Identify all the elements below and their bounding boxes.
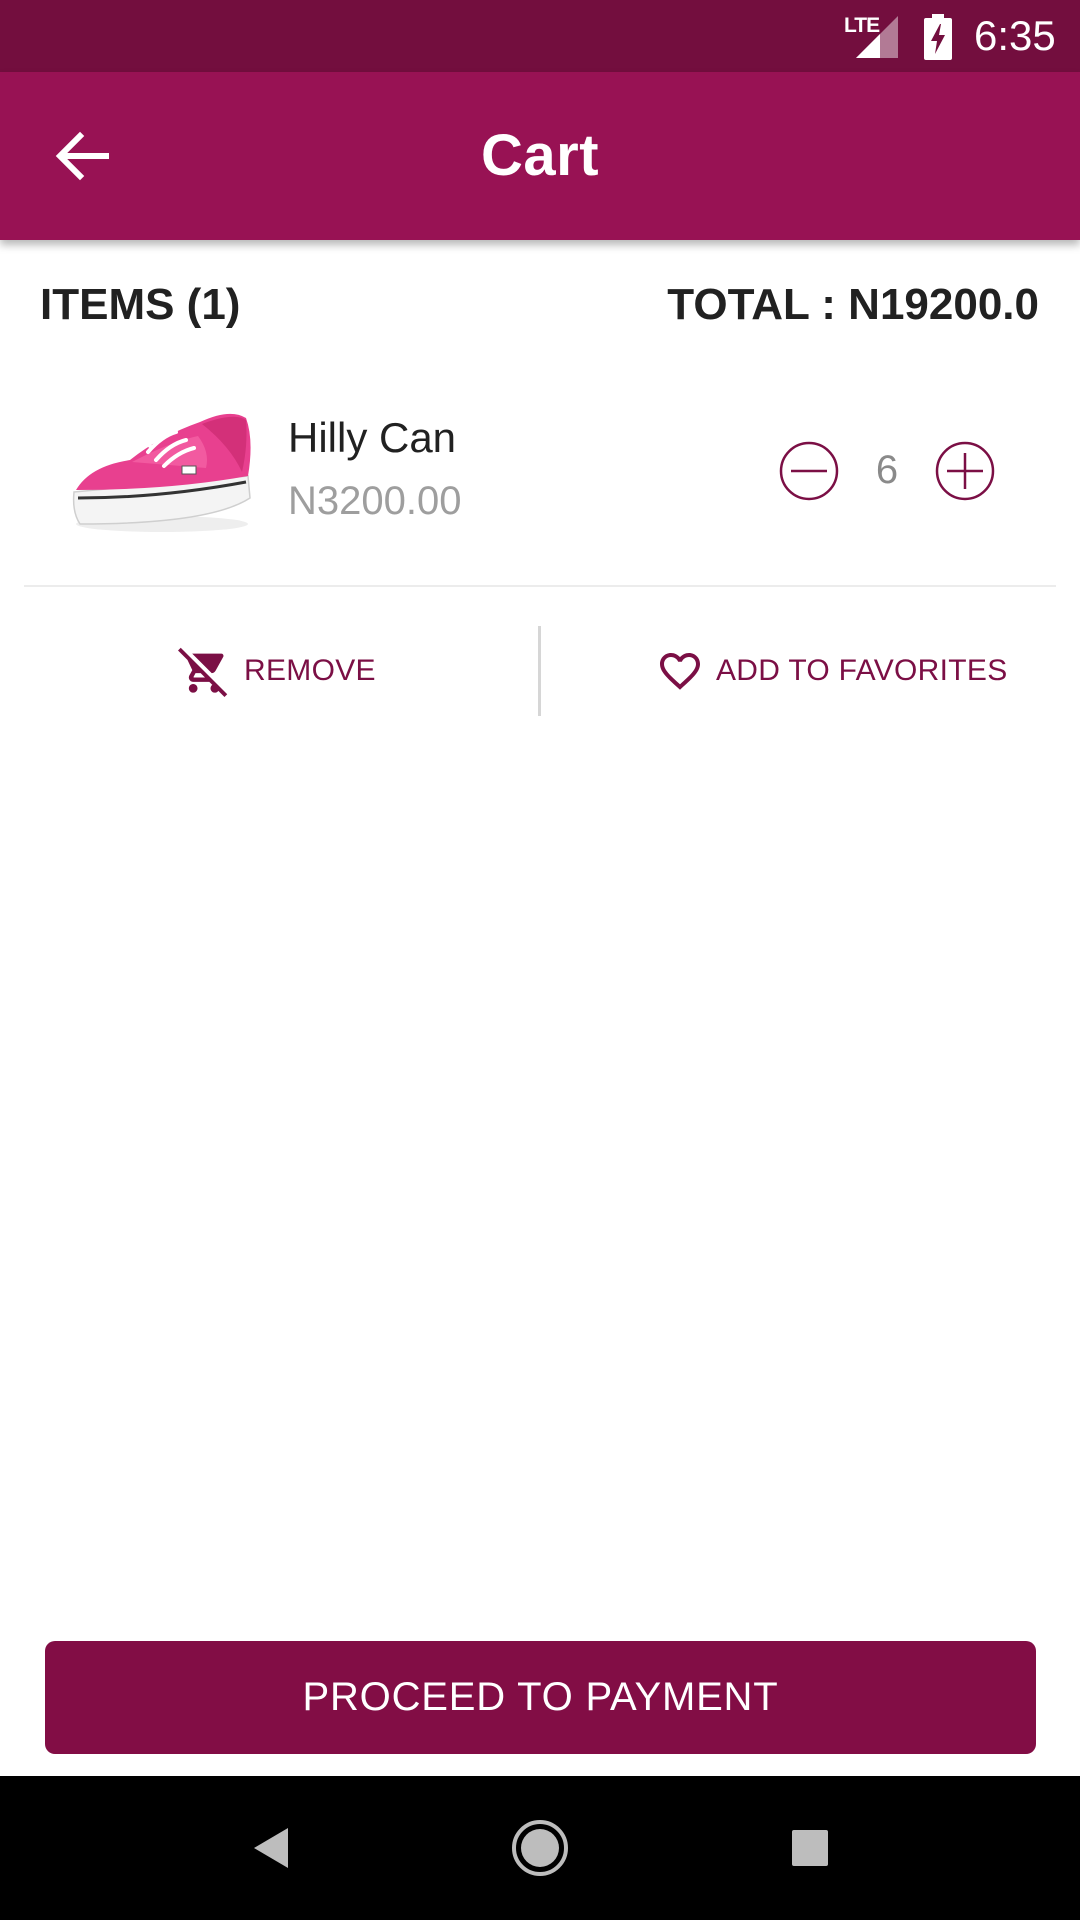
system-nav-bar (0, 1776, 1080, 1920)
lte-signal-icon (856, 16, 898, 58)
nav-back-icon (254, 1828, 288, 1868)
status-bar: LTE 6:35 (0, 0, 1080, 72)
cart-summary: ITEMS (1) TOTAL : N19200.0 (0, 276, 1080, 336)
product-price: N3200.00 (288, 479, 462, 523)
minus-circle-icon (779, 441, 839, 501)
remove-button[interactable]: REMOVE (178, 626, 376, 716)
app-toolbar: Cart (0, 72, 1080, 240)
page-title: Cart (480, 123, 600, 188)
product-name: Hilly Can (288, 414, 457, 461)
item-divider (24, 585, 1056, 587)
decrease-quantity-button[interactable] (778, 440, 840, 502)
nav-recents-icon (792, 1830, 828, 1866)
proceed-to-payment-button[interactable]: PROCEED TO PAYMENT (45, 1641, 1036, 1754)
favorites-label: ADD TO FAVORITES (716, 654, 1008, 687)
remove-cart-icon (178, 647, 228, 697)
clock: 6:35 (974, 12, 1056, 59)
battery-charging-icon (924, 14, 952, 60)
remove-label: REMOVE (244, 654, 376, 687)
plus-circle-icon (935, 441, 995, 501)
product-thumbnail (72, 413, 251, 532)
cart-total: TOTAL : N19200.0 (667, 280, 1039, 329)
app-screen: LTE 6:35 Cart ITEMS (1) TOTAL : N19200.0 (0, 0, 1080, 1920)
nav-back-button[interactable] (210, 1776, 330, 1920)
actions-separator (538, 626, 541, 716)
heart-outline-icon (660, 653, 700, 690)
items-count: ITEMS (1) (40, 280, 241, 329)
nav-home-button[interactable] (480, 1776, 600, 1920)
proceed-label: PROCEED TO PAYMENT (302, 1675, 779, 1719)
item-actions: REMOVE ADD TO FAVORITES (0, 626, 1080, 716)
add-to-favorites-button[interactable]: ADD TO FAVORITES (656, 626, 1008, 716)
nav-home-icon (512, 1820, 568, 1876)
increase-quantity-button[interactable] (934, 440, 996, 502)
cart-item: Hilly Can N3200.00 6 (0, 384, 1080, 584)
nav-recents-button[interactable] (750, 1776, 870, 1920)
quantity-value: 6 (875, 448, 899, 492)
